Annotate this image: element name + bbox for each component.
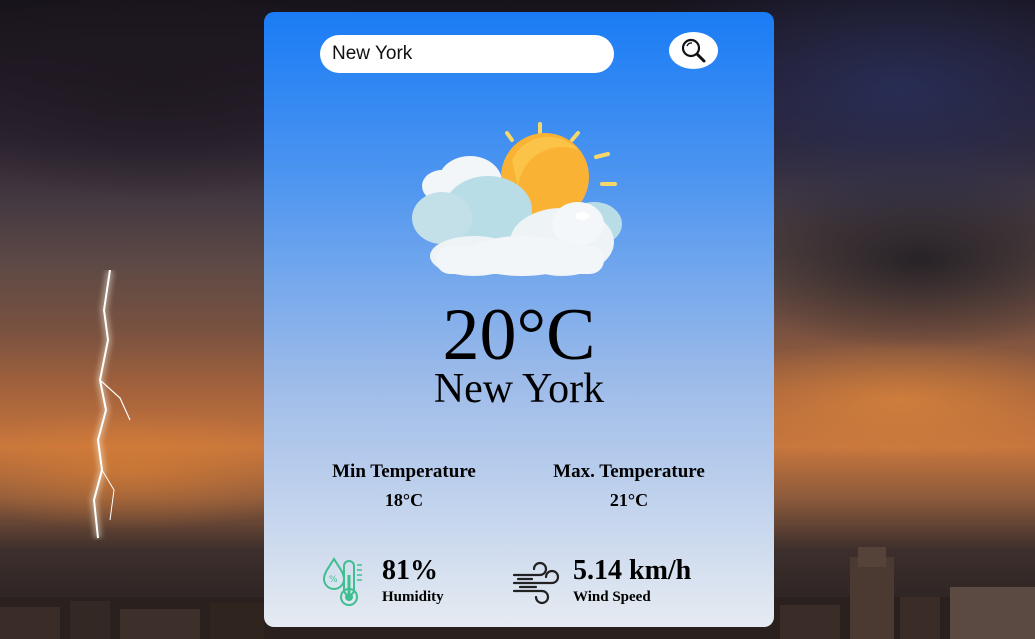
humidity-block: % 81% Humidity bbox=[320, 555, 480, 607]
max-temperature-block: Max. Temperature 21°C bbox=[529, 461, 729, 511]
search-icon bbox=[681, 38, 705, 62]
city-name: New York bbox=[433, 366, 605, 412]
partly-cloudy-icon bbox=[412, 122, 622, 276]
humidity-value: 81% bbox=[382, 555, 438, 586]
max-temperature-label: Max. Temperature bbox=[553, 461, 705, 482]
search-input[interactable] bbox=[320, 35, 614, 73]
humidity-label: Humidity bbox=[382, 589, 444, 605]
humidity-thermometer-icon: % bbox=[322, 557, 362, 606]
search-button[interactable] bbox=[669, 32, 718, 69]
wind-block: 5.14 km/h Wind Speed bbox=[512, 555, 732, 607]
wind-speed-label: Wind Speed bbox=[573, 589, 651, 605]
lightning-bolt-image bbox=[90, 270, 131, 539]
svg-text:%: % bbox=[329, 575, 338, 585]
wind-speed-value: 5.14 km/h bbox=[573, 555, 692, 586]
max-temperature-value: 21°C bbox=[609, 490, 649, 510]
wind-icon bbox=[512, 561, 560, 605]
min-temperature-label: Min Temperature bbox=[332, 461, 476, 482]
min-temperature-value: 18°C bbox=[384, 490, 424, 510]
weather-card: 20°C New York Min Temperature 18°C Max. … bbox=[264, 12, 774, 627]
min-temperature-block: Min Temperature 18°C bbox=[304, 461, 504, 511]
